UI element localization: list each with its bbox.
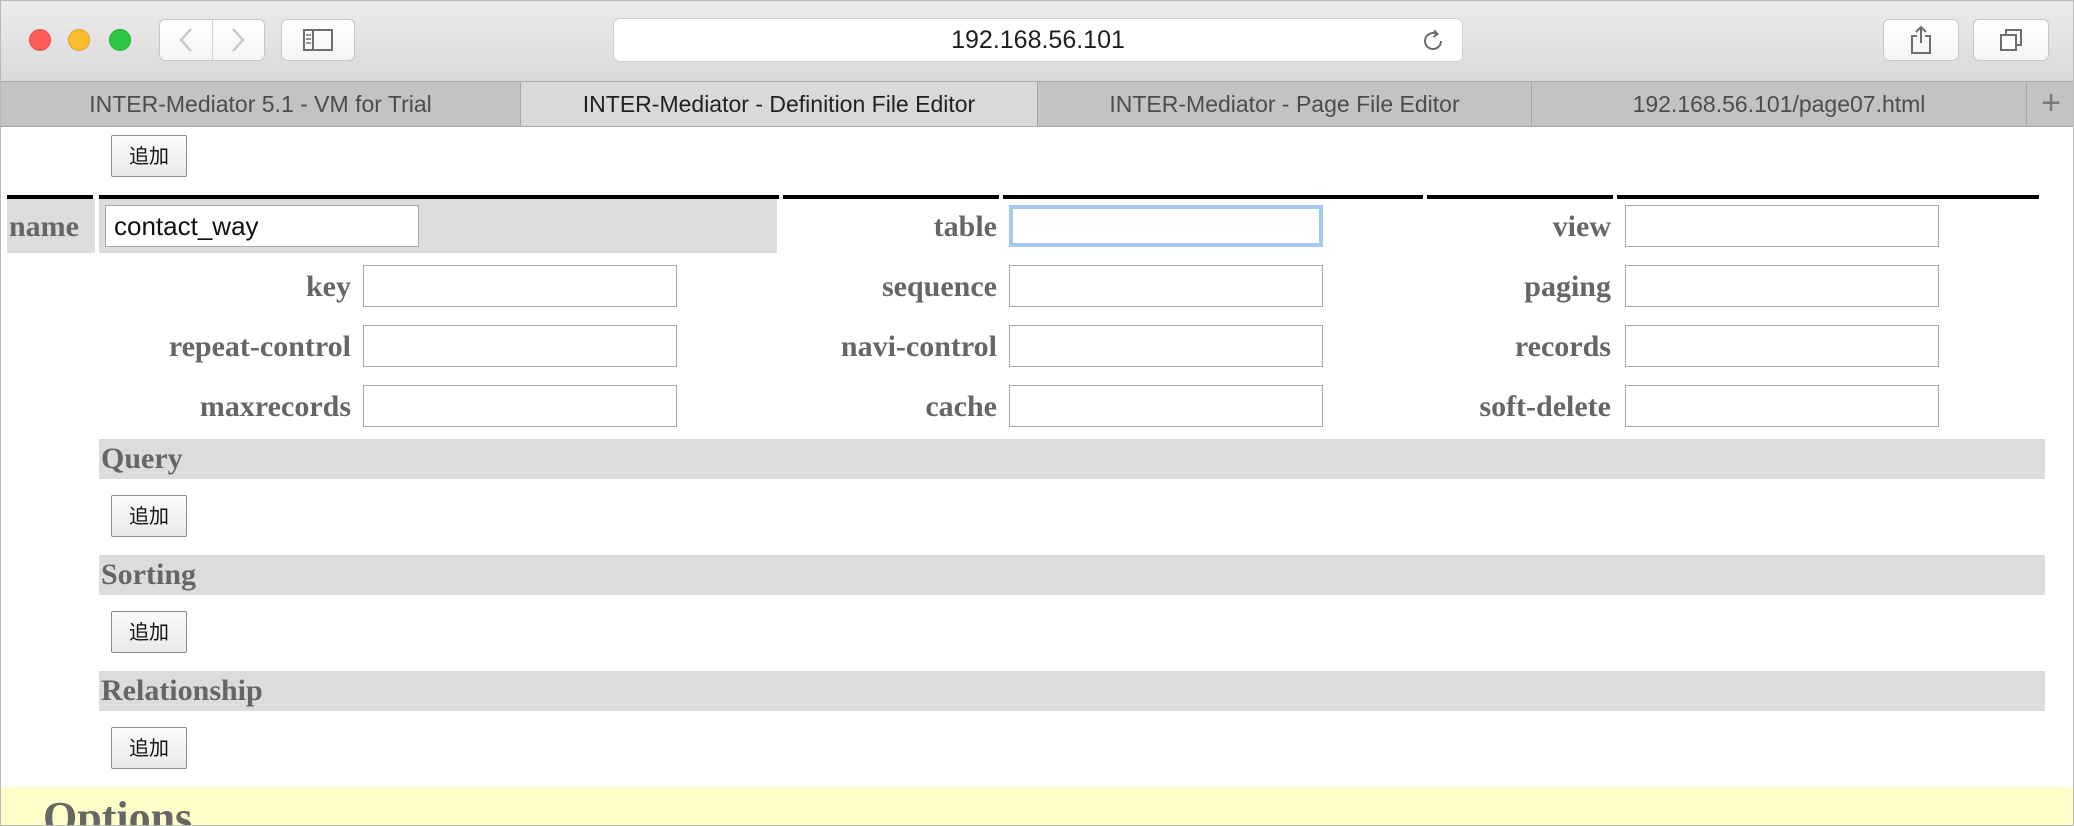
chevron-right-icon [232, 28, 245, 52]
tab-page-file-editor[interactable]: INTER-Mediator - Page File Editor [1038, 82, 1532, 126]
sidebar-icon [303, 29, 333, 51]
tab-definition-file-editor[interactable]: INTER-Mediator - Definition File Editor [521, 82, 1038, 126]
soft-delete-label: soft-delete [1479, 390, 1611, 423]
reload-icon[interactable] [1420, 28, 1446, 54]
name-field[interactable] [105, 205, 419, 247]
repeat-control-label: repeat-control [168, 330, 351, 363]
paging-label: paging [1524, 270, 1611, 303]
divider-line [1617, 195, 2039, 199]
query-section-header: Query [99, 439, 2045, 479]
new-tab-button[interactable]: + [2027, 82, 2073, 126]
navi-control-field[interactable] [1009, 325, 1323, 367]
back-button[interactable] [160, 20, 212, 60]
minimize-window-button[interactable] [68, 29, 90, 51]
add-relationship-button[interactable]: 追加 [111, 727, 187, 769]
view-label: view [1552, 210, 1611, 243]
browser-window: 192.168.56.101 INTER-Mediator 5.1 - VM f… [0, 0, 2074, 826]
close-window-button[interactable] [29, 29, 51, 51]
divider-line [1003, 195, 1423, 199]
add-context-button[interactable]: 追加 [111, 135, 187, 177]
relationship-section-header: Relationship [99, 671, 2045, 711]
table-field[interactable] [1009, 205, 1323, 247]
chevron-left-icon [179, 28, 192, 52]
sequence-field[interactable] [1009, 265, 1323, 307]
page-content: 追加 name table view key sequence paging r… [1, 127, 2073, 826]
forward-button[interactable] [211, 20, 264, 60]
tab-vm-for-trial[interactable]: INTER-Mediator 5.1 - VM for Trial [1, 82, 521, 126]
address-bar[interactable]: 192.168.56.101 [613, 18, 1463, 62]
sorting-section-header: Sorting [99, 555, 2045, 595]
soft-delete-field[interactable] [1625, 385, 1939, 427]
divider-line [783, 195, 999, 199]
show-all-tabs-button[interactable] [1973, 19, 2049, 61]
divider-line [1427, 195, 1613, 199]
view-field[interactable] [1625, 205, 1939, 247]
add-query-button[interactable]: 追加 [111, 495, 187, 537]
key-label: key [306, 270, 351, 303]
options-section-title: Options [43, 793, 193, 826]
tabs-overview-icon [2000, 29, 2022, 51]
records-field[interactable] [1625, 325, 1939, 367]
share-icon [1911, 25, 1931, 54]
relationship-section-title: Relationship [101, 674, 263, 707]
key-field[interactable] [363, 265, 677, 307]
query-section-title: Query [101, 442, 183, 475]
sorting-section-title: Sorting [101, 558, 197, 591]
cache-label: cache [925, 390, 997, 423]
add-sorting-button[interactable]: 追加 [111, 611, 187, 653]
records-label: records [1514, 330, 1611, 363]
cache-field[interactable] [1009, 385, 1323, 427]
share-button[interactable] [1883, 19, 1959, 61]
tab-bar: INTER-Mediator 5.1 - VM for Trial INTER-… [1, 81, 2073, 127]
history-nav-group [159, 19, 265, 61]
sequence-label: sequence [882, 270, 997, 303]
browser-toolbar: 192.168.56.101 [1, 1, 2073, 81]
repeat-control-field[interactable] [363, 325, 677, 367]
maxrecords-field[interactable] [363, 385, 677, 427]
paging-field[interactable] [1625, 265, 1939, 307]
address-text[interactable]: 192.168.56.101 [614, 19, 1462, 61]
navi-control-label: navi-control [840, 330, 997, 363]
maxrecords-label: maxrecords [199, 390, 351, 423]
table-label: table [933, 210, 997, 243]
tab-page07[interactable]: 192.168.56.101/page07.html [1532, 82, 2027, 126]
zoom-window-button[interactable] [109, 29, 131, 51]
options-section-header: Options [1, 787, 2073, 826]
sidebar-toggle-button[interactable] [281, 19, 355, 61]
name-label: name [9, 210, 79, 243]
